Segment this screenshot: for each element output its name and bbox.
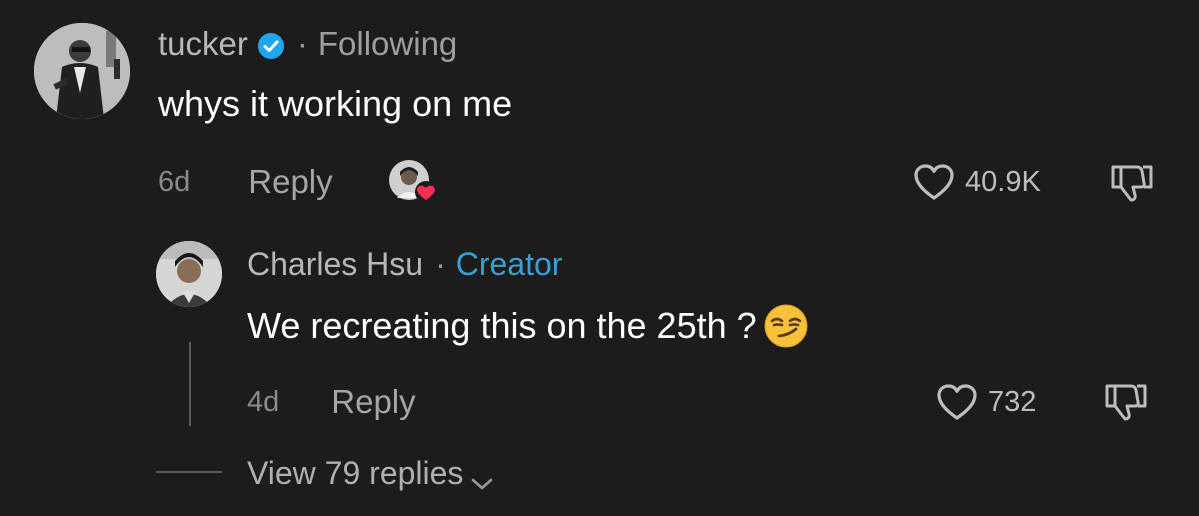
profile-photo bbox=[34, 23, 130, 119]
comment-meta: 6d Reply bbox=[158, 158, 333, 206]
profile-photo bbox=[156, 241, 222, 307]
like-button[interactable]: 732 bbox=[936, 380, 1036, 424]
creator-liked-badge bbox=[389, 158, 437, 206]
heart-outline-icon bbox=[937, 384, 977, 420]
view-replies-button[interactable]: View 79 replies bbox=[247, 452, 495, 494]
dislike-button[interactable] bbox=[1101, 382, 1149, 422]
avatar[interactable] bbox=[34, 23, 130, 119]
creator-liked-heart-icon bbox=[415, 181, 437, 203]
avatar[interactable] bbox=[156, 241, 222, 307]
creator-badge: Creator bbox=[455, 245, 563, 282]
dislike-button[interactable] bbox=[1107, 163, 1155, 203]
thread-line bbox=[189, 342, 191, 426]
reply-button[interactable]: Reply bbox=[331, 383, 415, 421]
view-replies-label: View 79 replies bbox=[247, 454, 464, 491]
following-status: Following bbox=[317, 25, 458, 62]
comment-header: tucker · Following bbox=[158, 22, 457, 66]
comment-time: 6d bbox=[158, 165, 191, 198]
smirking-face-emoji-icon bbox=[763, 303, 809, 349]
like-button[interactable]: 40.9K bbox=[913, 160, 1041, 204]
reply-button[interactable]: Reply bbox=[248, 163, 332, 201]
reply-header: Charles Hsu · Creator bbox=[247, 244, 562, 284]
username[interactable]: Charles Hsu bbox=[247, 246, 423, 283]
like-count: 40.9K bbox=[965, 165, 1041, 198]
like-count: 732 bbox=[988, 385, 1037, 418]
separator-dot: · bbox=[435, 245, 446, 282]
username[interactable]: tucker bbox=[158, 25, 248, 63]
reply-text-row: We recreating this on the 25th ? bbox=[247, 300, 809, 352]
reply-text: We recreating this on the 25th ? bbox=[247, 305, 757, 346]
thumbs-down-icon bbox=[1111, 165, 1153, 202]
reply-time: 4d bbox=[247, 385, 280, 418]
reply-meta: 4d Reply bbox=[247, 380, 416, 424]
separator-dot: · bbox=[296, 25, 308, 62]
view-replies-divider bbox=[156, 471, 222, 473]
verified-badge-icon bbox=[257, 30, 285, 59]
comment-text: whys it working on me bbox=[158, 83, 513, 124]
heart-outline-icon bbox=[914, 164, 954, 200]
thumbs-down-icon bbox=[1105, 384, 1147, 421]
chevron-down-icon bbox=[469, 464, 495, 490]
